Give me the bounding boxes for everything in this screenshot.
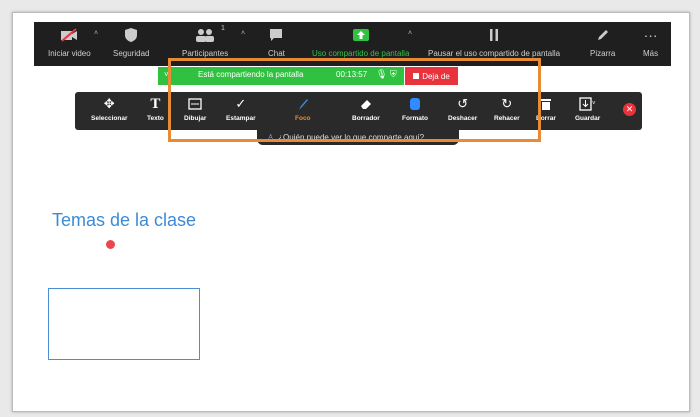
more-icon: ··· (643, 27, 658, 43)
shield-icon (124, 22, 138, 48)
close-icon: ✕ (625, 104, 634, 114)
pen-icon (596, 22, 610, 48)
participant-count: 1 (221, 25, 225, 32)
video-off-icon (60, 22, 78, 48)
chat-icon (269, 22, 283, 48)
text-icon: T (150, 95, 161, 112)
empty-text-box[interactable] (48, 288, 200, 360)
tool-select[interactable]: ✥ Seleccionar (91, 95, 128, 122)
participants-icon (195, 22, 215, 48)
start-video-button[interactable]: Iniciar video (48, 22, 91, 66)
chevron-up-icon[interactable]: ˄ (408, 30, 412, 37)
more-button[interactable]: ··· Más (643, 22, 658, 66)
chevron-up-icon[interactable]: ˄ (94, 30, 98, 37)
red-pointer-dot (106, 240, 115, 249)
chevron-up-icon[interactable]: ˄ (241, 30, 245, 37)
share-screen-icon (352, 22, 370, 48)
save-icon: ˅ (578, 95, 597, 113)
tool-save[interactable]: ˅ Guardar (575, 95, 600, 122)
select-icon: ✥ (103, 96, 115, 111)
close-annotation-button[interactable]: ✕ (623, 103, 636, 116)
whiteboard-button[interactable]: Pizarra (590, 22, 615, 66)
slide-title: Temas de la clase (52, 210, 197, 230)
tool-text[interactable]: T Texto (147, 95, 164, 123)
orange-highlight-box (168, 58, 541, 142)
security-button[interactable]: Seguridad (113, 22, 149, 66)
pause-icon (488, 22, 500, 48)
svg-text:˅: ˅ (592, 101, 596, 107)
trash-icon (540, 95, 552, 113)
